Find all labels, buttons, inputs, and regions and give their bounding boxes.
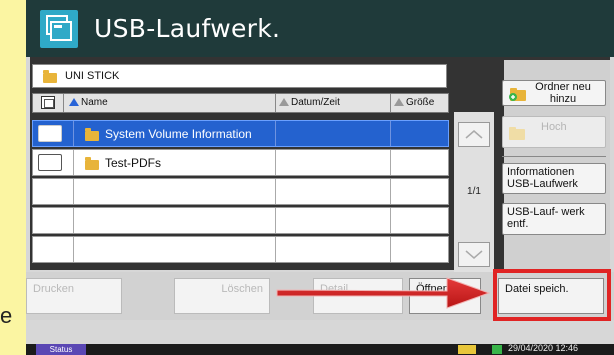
column-divider (390, 179, 391, 204)
arrow-annotation (276, 277, 491, 309)
column-divider (275, 94, 276, 112)
list-item[interactable]: System Volume Information (32, 120, 449, 147)
column-divider (275, 150, 276, 175)
add-folder-icon (509, 88, 526, 101)
status-datetime: 29/04/2020 12:46 (508, 344, 579, 353)
device-status-icon (458, 345, 476, 354)
column-divider (73, 121, 74, 146)
remove-usb-label: USB-Lauf- werk entf. (507, 206, 585, 230)
select-all-checkbox[interactable] (41, 96, 55, 109)
column-size-label: Größe (406, 97, 435, 108)
chevron-down-icon (465, 250, 483, 259)
list-item[interactable]: Test-PDFs (32, 149, 449, 176)
column-divider (390, 150, 391, 175)
empty-row (32, 236, 449, 263)
column-divider (275, 208, 276, 233)
column-divider (73, 150, 74, 175)
status-bar: Status 29/04/2020 12:46 (26, 344, 614, 355)
column-divider (63, 94, 64, 112)
up-button[interactable]: Hoch (502, 116, 606, 148)
column-size[interactable]: Größe (394, 94, 434, 112)
column-divider (73, 208, 74, 233)
usb-info-button[interactable]: Informationen USB-Laufwerk (502, 163, 606, 194)
empty-row (32, 207, 449, 234)
sort-icon (394, 98, 404, 106)
up-label: Hoch (541, 121, 567, 133)
column-divider (390, 208, 391, 233)
page-indicator: 1/1 (467, 186, 481, 197)
column-divider (73, 179, 74, 204)
network-status-icon (492, 345, 502, 354)
delete-button[interactable]: Löschen (174, 278, 270, 314)
current-path: UNI STICK (32, 64, 447, 88)
scroll-panel: 1/1 (454, 112, 494, 272)
file-name: System Volume Information (105, 127, 252, 141)
path-label: UNI STICK (65, 70, 120, 82)
column-divider (275, 121, 276, 146)
title-bar: USB-Laufwerk. (26, 0, 614, 57)
column-divider (73, 237, 74, 262)
column-name[interactable]: Name (69, 94, 108, 112)
column-header: Name Datum/Zeit Größe (32, 93, 449, 113)
new-folder-label: Ordner neu hinzu (535, 81, 591, 105)
chevron-up-icon (465, 130, 483, 139)
usb-drive-icon (40, 10, 78, 48)
column-divider (390, 121, 391, 146)
sort-icon (279, 98, 289, 106)
row-checkbox[interactable] (38, 125, 62, 142)
print-label: Drucken (33, 283, 74, 295)
folder-icon (85, 157, 99, 170)
highlight-frame (493, 269, 611, 321)
file-name: Test-PDFs (105, 156, 162, 170)
print-button[interactable]: Drucken (26, 278, 122, 314)
scroll-down-button[interactable] (458, 242, 490, 267)
device-screen: USB-Laufwerk. UNI STICK Name Datum/Zeit … (26, 0, 614, 355)
folder-icon (85, 128, 99, 141)
column-name-label: Name (81, 97, 108, 108)
stray-letter: e (0, 303, 13, 328)
row-checkbox[interactable] (38, 154, 62, 171)
delete-label: Löschen (221, 283, 263, 295)
new-folder-button[interactable]: Ordner neu hinzu (502, 80, 606, 106)
folder-icon (43, 70, 57, 83)
up-folder-icon (509, 127, 525, 140)
column-divider (275, 237, 276, 262)
usb-info-label: Informationen USB-Laufwerk (507, 166, 578, 190)
column-divider (275, 179, 276, 204)
column-date-label: Datum/Zeit (291, 97, 340, 108)
scroll-up-button[interactable] (458, 122, 490, 147)
page-title: USB-Laufwerk. (94, 14, 281, 43)
column-divider (390, 94, 391, 112)
column-date[interactable]: Datum/Zeit (279, 94, 340, 112)
remove-usb-button[interactable]: USB-Lauf- werk entf. (502, 203, 606, 235)
divider (502, 156, 606, 157)
status-tab[interactable]: Status (36, 344, 86, 355)
empty-row (32, 178, 449, 205)
column-divider (390, 237, 391, 262)
sort-asc-icon (69, 98, 79, 106)
